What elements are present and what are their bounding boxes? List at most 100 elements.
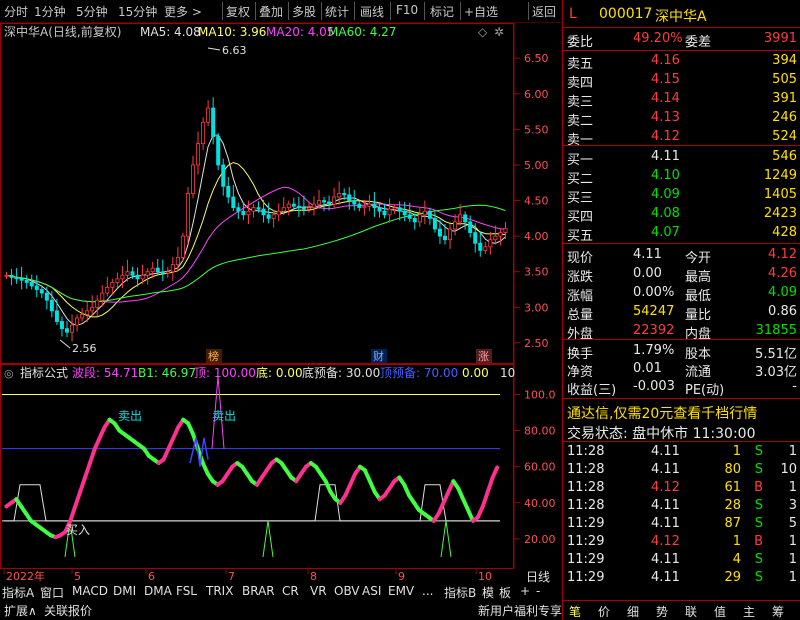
indicator-tab[interactable]: 指标B — [444, 584, 476, 601]
quote-tab[interactable]: 势 — [656, 603, 668, 620]
indicator-title: 指标公式 — [20, 365, 68, 380]
weicha-value: 3991 — [763, 31, 797, 46]
bottom-row-item[interactable]: 扩展∧ — [4, 602, 37, 619]
candle-body — [478, 242, 483, 251]
ask-volume: 524 — [772, 129, 797, 144]
x-tick-label: 5 — [74, 570, 81, 582]
indicator-tick-label: 100.0 — [524, 388, 556, 401]
indicator-tab[interactable]: + — [520, 584, 530, 598]
b1-label: B1: 46.97 — [138, 366, 196, 380]
tick-time: 11:29 — [567, 534, 605, 549]
candle-body — [316, 200, 321, 205]
candle-body — [226, 185, 231, 198]
ma20-line — [6, 186, 506, 303]
indicator-tab[interactable]: DMI — [113, 584, 136, 598]
indicator-tab[interactable]: 指标A — [2, 584, 34, 601]
stat-value: 4.12 — [768, 247, 797, 262]
ma60-label: MA60: 4.27 — [328, 25, 396, 39]
indicator-tab[interactable]: BRAR — [242, 584, 275, 598]
ask-price: 4.12 — [651, 129, 680, 144]
stat-value: 0.86 — [768, 304, 797, 319]
candle-body — [372, 203, 377, 209]
tick-time: 11:28 — [567, 498, 605, 513]
quote-tab[interactable]: 主 — [743, 603, 755, 620]
candle-body — [85, 310, 90, 315]
price-y-axis: 6.50 6.00 5.50 5.00 4.50 4.00 3.50 3.00 2.50 — [514, 52, 549, 350]
candle-body — [357, 203, 362, 209]
stat-value: 0.00 — [633, 266, 662, 281]
quote-tab[interactable]: 值 — [714, 603, 726, 620]
candle-body — [503, 227, 508, 233]
candle-body — [140, 274, 145, 280]
indicator-tab[interactable]: 模 — [482, 584, 494, 601]
event-marker-cai: 财 — [373, 349, 384, 363]
wave-segment — [73, 489, 83, 509]
indicator-tab[interactable]: ... — [422, 584, 433, 598]
quote-tab[interactable]: 筹 — [772, 603, 784, 620]
candle-body — [4, 274, 9, 277]
stat2-value: 1.79% — [633, 343, 675, 358]
new-user-promo[interactable]: 新用户福利专享 — [478, 602, 562, 619]
tick-price: 4.11 — [651, 516, 680, 531]
indicator-tab[interactable]: MACD — [72, 584, 108, 598]
candle-body — [311, 203, 316, 209]
tick-volume: 61 — [724, 480, 741, 495]
candle-body — [190, 164, 195, 194]
indicator-tab[interactable]: FSL — [176, 584, 197, 598]
stat2-value: - — [792, 379, 797, 394]
candle-body — [145, 271, 150, 276]
candle-body — [59, 321, 64, 330]
indicator-tab[interactable]: EMV — [388, 584, 414, 598]
indicator-tab[interactable]: 日线 — [526, 568, 550, 585]
top-label: 顶: 100.00 — [194, 366, 256, 380]
candle-body — [498, 232, 503, 237]
bid-label: 买一 — [567, 153, 594, 168]
x-axis: 2022年 5 6 7 8 9 10 — [3, 568, 492, 582]
candle-body — [211, 107, 216, 137]
ask-price: 4.16 — [651, 53, 680, 68]
event-marker-zhang: 涨 — [478, 350, 489, 363]
candle-body — [362, 205, 367, 209]
price-tick-label: 4.50 — [524, 195, 549, 208]
candle-body — [347, 194, 352, 201]
promo-banner[interactable]: 通达信,仅需20元查看千档行情 — [567, 403, 757, 423]
indicator-tab[interactable]: ASI — [362, 584, 381, 598]
indicator-tab[interactable]: 窗口 — [40, 584, 64, 601]
indicator-tab[interactable]: DMA — [144, 584, 172, 598]
candle-body — [24, 279, 29, 283]
stat2-label: PE(动) — [685, 383, 725, 398]
indicator-tab[interactable]: 板 — [499, 584, 511, 601]
quote-tab[interactable]: 价 — [598, 603, 610, 620]
quote-tab[interactable]: 联 — [685, 603, 697, 620]
x-tick-label: 7 — [228, 570, 235, 582]
x-tick-label: 2022年 — [6, 569, 45, 582]
candle-body — [387, 208, 392, 216]
tick-count: 1 — [788, 534, 797, 549]
bid-price: 4.09 — [651, 187, 680, 202]
quote-tab[interactable]: 细 — [627, 603, 639, 620]
quote-tab[interactable]: 笔 — [569, 603, 581, 620]
bid-price: 4.08 — [651, 206, 680, 221]
candle-body — [342, 193, 347, 196]
stat2-label: 收益(三) — [567, 383, 617, 398]
indicator-tab[interactable]: OBV — [334, 584, 360, 598]
candle-body — [246, 210, 251, 216]
candle-body — [34, 285, 39, 290]
bid-price: 4.11 — [651, 149, 680, 164]
candle-body — [271, 214, 276, 219]
wave-segment — [78, 475, 88, 494]
bid-label: 买三 — [567, 191, 594, 206]
tick-volume: 29 — [724, 570, 741, 585]
chart-area[interactable]: 深中华A(日线,前复权) MA5: 4.08 MA10: 3.96 MA20: … — [0, 0, 562, 582]
indicator-tab[interactable]: - — [536, 584, 540, 598]
candle-body — [241, 210, 246, 216]
indicator-tab[interactable]: VR — [310, 584, 327, 598]
bottom-row-item[interactable]: 关联报价 — [44, 602, 92, 619]
stat-label: 总量 — [567, 308, 594, 323]
quote-panel: L 000017 深中华A 委比 49.20% 委差 3991 卖五 4.16 39… — [562, 0, 800, 620]
candle-body — [115, 278, 120, 283]
indicator-tab[interactable]: CR — [282, 584, 299, 598]
ask-price: 4.15 — [651, 72, 680, 87]
indicator-tick-label: 40.00 — [524, 497, 556, 510]
indicator-tab[interactable]: TRIX — [206, 584, 233, 598]
